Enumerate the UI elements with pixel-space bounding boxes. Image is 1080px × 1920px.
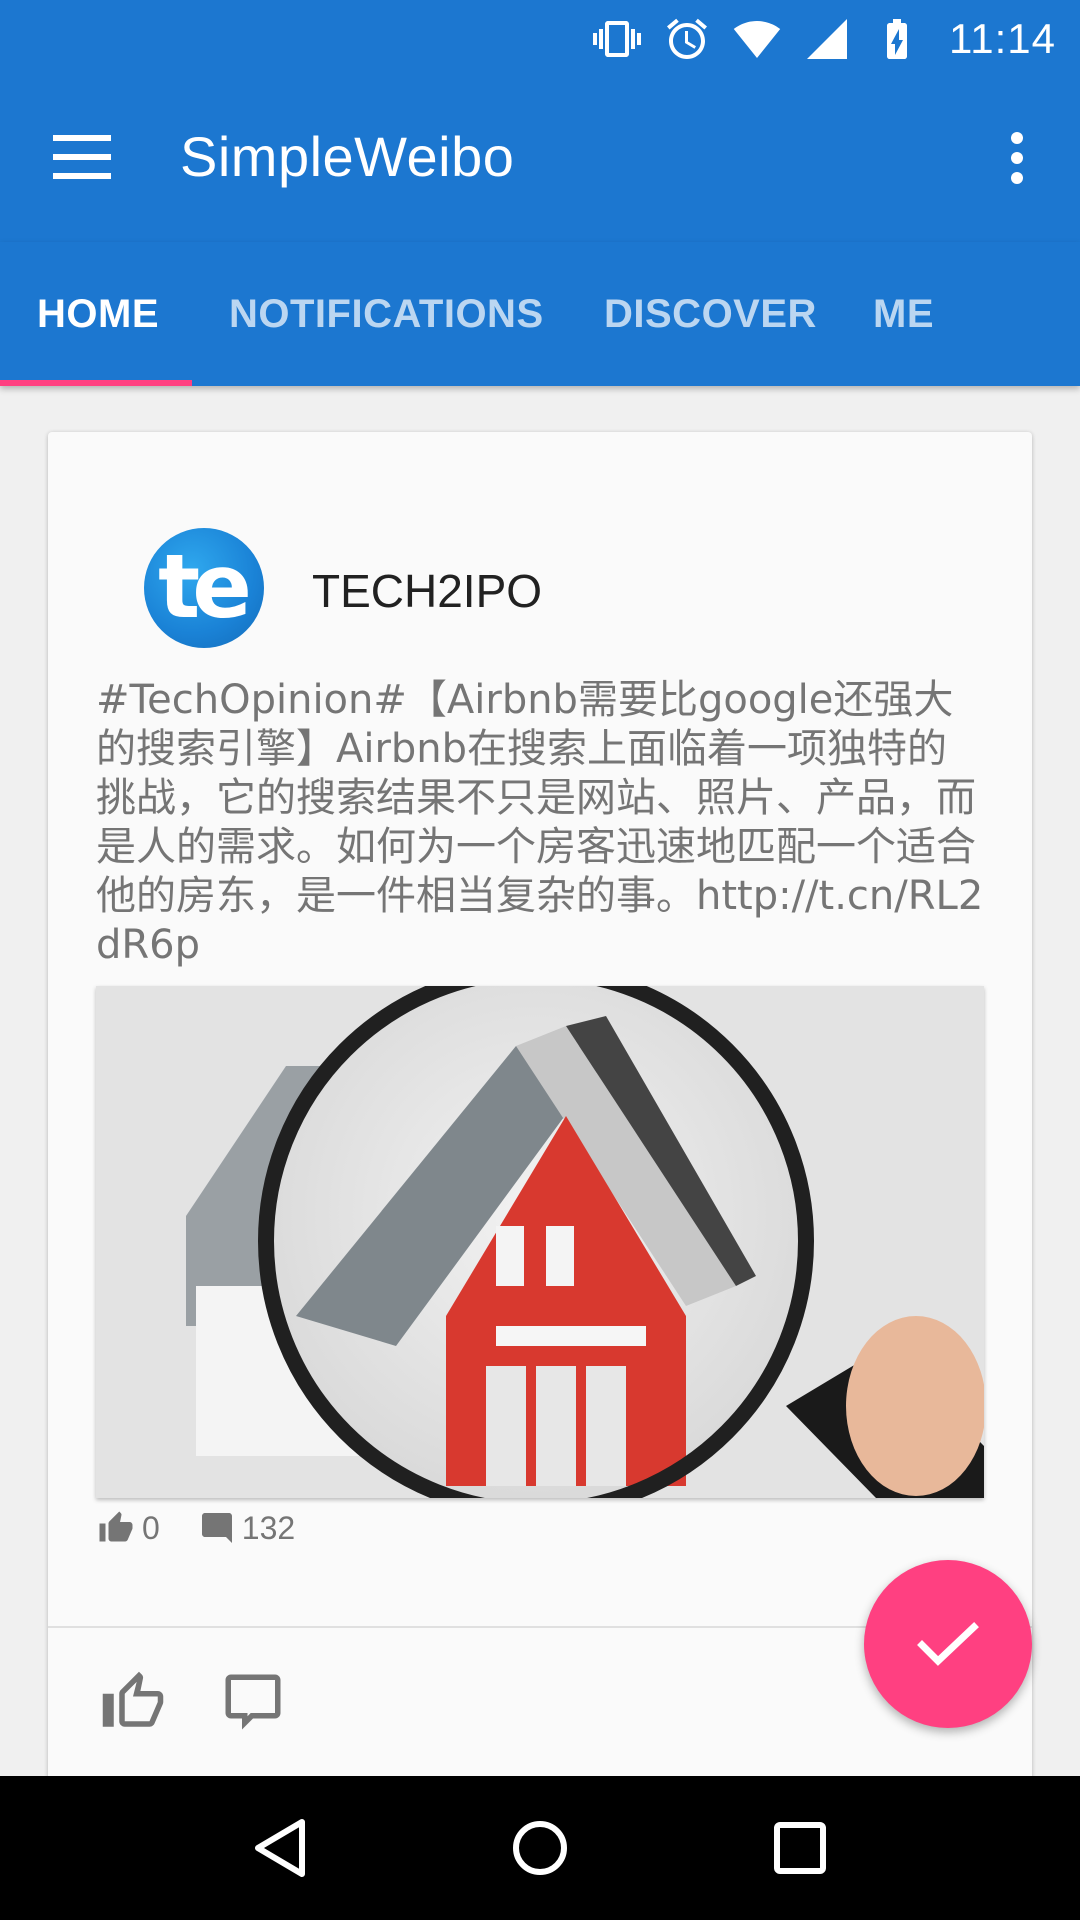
nav-home-button[interactable]	[495, 1803, 585, 1893]
like-count: 0	[96, 1510, 160, 1547]
check-icon	[917, 1622, 979, 1666]
house-magnifier-illustration	[96, 986, 984, 1498]
menu-icon	[53, 135, 111, 179]
status-bar: 11:14	[0, 0, 1080, 78]
post-username[interactable]: TECH2IPO	[312, 564, 542, 618]
vibrate-icon	[593, 15, 641, 63]
app-title: SimpleWeibo	[180, 125, 515, 188]
post-text: #TechOpinion#【Airbnb需要比google还强大的搜索引擎】Ai…	[96, 677, 984, 968]
post-stats: 0 132	[96, 1504, 333, 1552]
recents-square-icon	[774, 1822, 826, 1874]
battery-charging-icon	[873, 15, 921, 63]
wifi-icon	[733, 15, 781, 63]
post-image[interactable]	[96, 986, 984, 1498]
avatar[interactable]: te	[144, 528, 264, 648]
tab-discover[interactable]: DISCOVER	[604, 292, 817, 337]
comment-count: 132	[198, 1510, 295, 1547]
overflow-menu-button[interactable]	[980, 120, 1054, 196]
menu-button[interactable]	[38, 120, 128, 194]
nav-recents-button[interactable]	[755, 1803, 845, 1893]
signal-icon	[803, 15, 851, 63]
tab-notifications[interactable]: NOTIFICATIONS	[229, 292, 544, 337]
comment-count-value: 132	[241, 1509, 296, 1546]
status-time: 11:14	[949, 15, 1056, 62]
tab-me[interactable]: ME	[873, 292, 934, 337]
like-count-value: 0	[142, 1509, 160, 1546]
back-triangle-icon	[255, 1819, 305, 1877]
thumb-up-small-icon	[99, 1511, 133, 1542]
tab-bar: HOME NOTIFICATIONS DISCOVER ME	[0, 242, 1080, 386]
like-button[interactable]	[92, 1664, 174, 1740]
more-vert-icon	[1011, 132, 1023, 184]
comment-outline-icon	[225, 1674, 281, 1730]
home-circle-icon	[513, 1821, 567, 1875]
tab-indicator	[0, 380, 192, 386]
tab-home[interactable]: HOME	[37, 292, 159, 337]
comment-small-icon	[201, 1513, 232, 1543]
alarm-icon	[663, 15, 711, 63]
system-nav-bar	[0, 1776, 1080, 1920]
nav-back-button[interactable]	[235, 1803, 325, 1893]
comment-button[interactable]	[212, 1664, 294, 1740]
app-bar: SimpleWeibo	[0, 78, 1080, 242]
screen: 11:14 SimpleWeibo HOME NOTIFICATIONS DIS…	[0, 0, 1080, 1920]
avatar-logo-text: te	[158, 534, 252, 638]
thumb-up-outline-icon	[102, 1671, 164, 1727]
fab-check-button[interactable]	[864, 1560, 1032, 1728]
